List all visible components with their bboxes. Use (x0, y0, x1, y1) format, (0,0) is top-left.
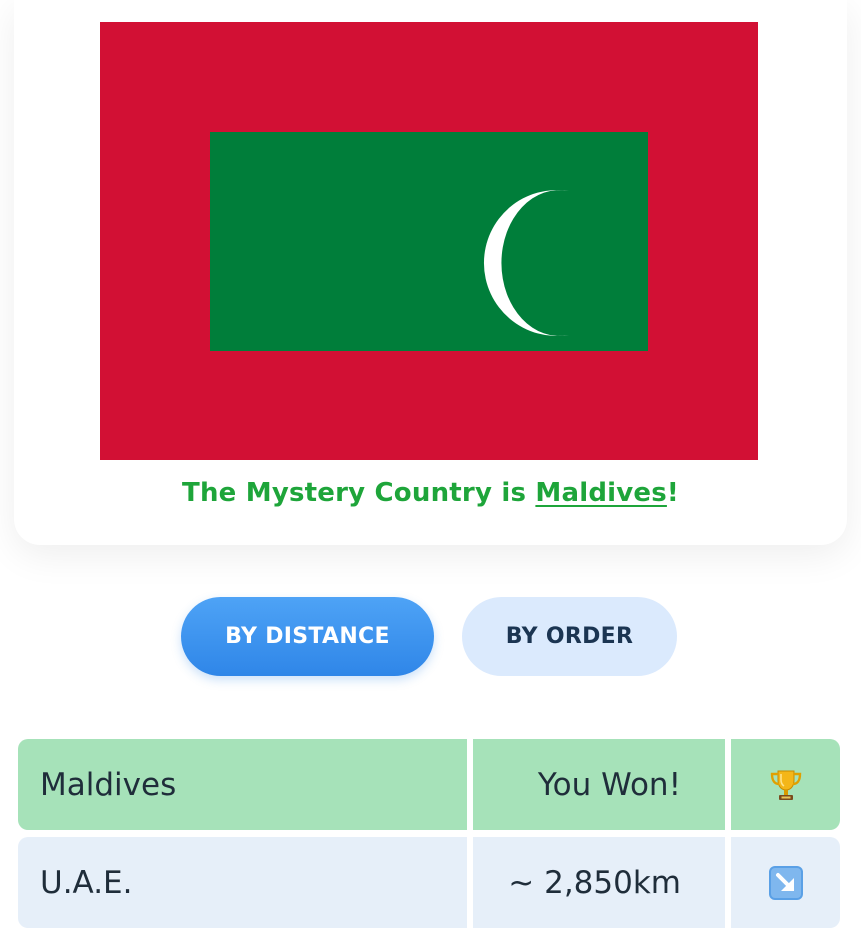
arrow-down-right-icon (768, 865, 803, 900)
maldives-flag (100, 22, 758, 460)
sort-by-order-button[interactable]: BY ORDER (462, 597, 677, 676)
guess-row: Maldives You Won! (18, 739, 840, 830)
result-prefix: The Mystery Country is (182, 478, 536, 508)
guess-direction (731, 837, 840, 928)
sort-tabs: BY DISTANCE BY ORDER (0, 597, 861, 676)
guess-direction (731, 739, 840, 830)
result-message: The Mystery Country is Maldives! (0, 478, 861, 508)
guess-row: U.A.E. ~ 2,850km (18, 837, 840, 928)
result-suffix: ! (666, 478, 679, 508)
guess-country: Maldives (18, 739, 467, 830)
trophy-icon (770, 770, 801, 800)
guess-country: U.A.E. (18, 837, 467, 928)
guess-distance: ~ 2,850km (473, 837, 725, 928)
guess-distance: You Won! (473, 739, 725, 830)
sort-by-distance-button[interactable]: BY DISTANCE (181, 597, 434, 676)
country-link[interactable]: Maldives (535, 478, 667, 508)
mystery-flag-image (100, 22, 758, 460)
